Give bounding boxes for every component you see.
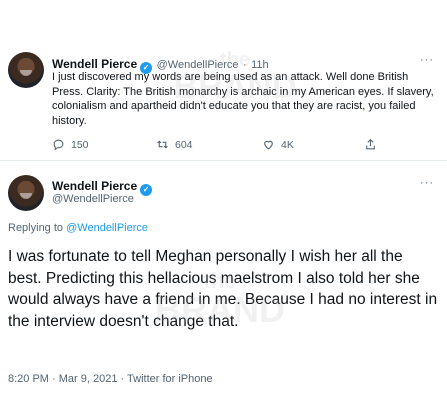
like-count: 4K — [281, 138, 294, 151]
tweet-actions: 150 604 4K — [52, 138, 392, 154]
retweet-icon — [157, 140, 168, 149]
verified-badge-icon: ✓ — [140, 184, 153, 196]
more-options-icon[interactable]: ··· — [420, 54, 434, 66]
author-handle[interactable]: @WendellPierce — [52, 193, 134, 205]
share-icon — [366, 138, 375, 150]
tweet-original[interactable]: Wendell Pierce ✓ @WendellPierce · 11h ···… — [0, 0, 447, 161]
replying-to: Replying to @WendellPierce — [8, 222, 148, 234]
reply-button[interactable]: 150 — [52, 138, 89, 151]
retweet-count: 604 — [175, 138, 193, 151]
tweet-text: I was fortunate to tell Meghan personall… — [8, 248, 438, 330]
author-name[interactable]: Wendell Pierce — [52, 179, 137, 193]
avatar[interactable] — [8, 52, 44, 88]
tweet-timestamp[interactable]: 8:20 PM · Mar 9, 2021 · Twitter for iPho… — [8, 373, 213, 385]
more-options-icon[interactable]: ··· — [420, 177, 434, 189]
reply-count: 150 — [71, 138, 89, 151]
replying-prefix: Replying to — [8, 222, 64, 234]
reply-icon — [53, 139, 64, 151]
avatar[interactable] — [8, 175, 44, 211]
author-name[interactable]: Wendell Pierce — [52, 57, 137, 71]
retweet-button[interactable]: 604 — [156, 138, 193, 151]
tweet-text: I just discovered my words are being use… — [52, 71, 434, 127]
share-button[interactable] — [364, 138, 377, 151]
like-button[interactable]: 4K — [262, 138, 294, 151]
replying-to-link[interactable]: @WendellPierce — [66, 222, 148, 234]
heart-icon — [264, 140, 273, 150]
